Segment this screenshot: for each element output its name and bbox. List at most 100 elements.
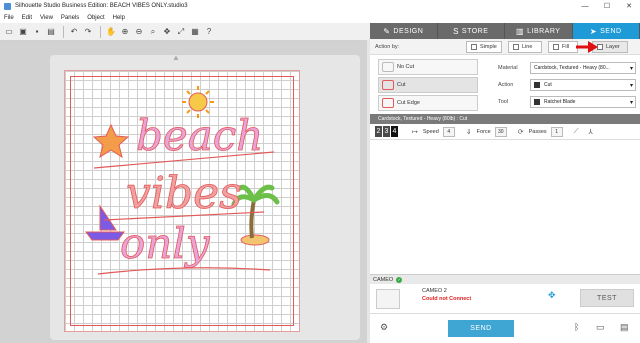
tab-library-label: LIBRARY: [527, 27, 561, 35]
zoom-in-icon[interactable]: ⊕: [119, 26, 131, 38]
cut-settings-summary[interactable]: Cardstock, Textured - Heavy (80lb) : Cut: [370, 114, 640, 124]
tab-design[interactable]: ✎ DESIGN: [370, 23, 438, 39]
mat-direction-icon: ▲: [172, 53, 180, 62]
force-field[interactable]: 30: [494, 126, 507, 137]
action-simple-button[interactable]: Simple: [466, 41, 502, 53]
library-icon: ▥: [516, 26, 525, 36]
passes-label: Passes: [528, 128, 547, 135]
send-button[interactable]: SEND: [448, 320, 514, 337]
line-segment-icon[interactable]: ⟋: [574, 128, 579, 136]
simple-icon: [471, 44, 477, 50]
no-cut-icon: [382, 62, 394, 72]
material-properties: Material Cardstock, Textured - Heavy (80…: [498, 59, 636, 110]
panel-empty-space: [370, 140, 640, 270]
menu-view[interactable]: View: [40, 15, 53, 21]
app-icon: [4, 2, 11, 10]
toolbar-divider: [100, 25, 101, 38]
device-header-label: CAMEO: [373, 276, 394, 283]
device-name: CAMEO 2: [422, 288, 447, 294]
beach-vibes-artwork[interactable]: beach vibes only: [74, 80, 294, 280]
menu-file[interactable]: File: [4, 15, 14, 21]
tool-label: Tool: [498, 98, 509, 105]
menu-panels[interactable]: Panels: [61, 15, 79, 21]
blade-setting-4[interactable]: 4: [391, 126, 398, 137]
cut-mode-no-cut[interactable]: No Cut: [378, 59, 478, 75]
close-button[interactable]: ✕: [618, 0, 640, 12]
bluetooth-icon[interactable]: ᛒ: [574, 322, 579, 332]
action-fill-button[interactable]: Fill: [548, 41, 578, 53]
print-icon[interactable]: ▤: [45, 26, 57, 38]
device-header: CAMEO ✓: [370, 274, 640, 284]
send-bar: ⚙ SEND ᛒ ▭ ▤: [370, 314, 640, 343]
window-title: Silhouette Studio Business Edition: BEAC…: [15, 3, 188, 9]
check-icon: ✓: [396, 276, 403, 283]
toolbar: ▭ ▣ ▪ ▤ ↶ ↷ ✋ ⊕ ⊖ ⌕ ✥ ⤢ ▦ ?: [0, 23, 370, 41]
tab-send[interactable]: ➤ SEND: [572, 23, 640, 39]
help-icon[interactable]: ?: [203, 26, 215, 38]
cut-edge-label: Cut Edge: [397, 100, 420, 106]
toolbar-divider: [63, 25, 64, 38]
design-icon: ✎: [383, 26, 391, 36]
grid-icon[interactable]: ▦: [189, 26, 201, 38]
test-button[interactable]: TEST: [580, 289, 634, 307]
speed-field[interactable]: 4: [442, 126, 455, 137]
fit-icon[interactable]: ⤢: [175, 26, 187, 38]
artwork-line-vibes[interactable]: vibes: [126, 168, 243, 220]
store-icon: S: [453, 26, 459, 36]
action-simple-label: Simple: [480, 44, 497, 50]
action-layer-label: Layer: [606, 44, 620, 50]
tool-select[interactable]: Ratchet Blade ▾: [530, 95, 636, 108]
maximize-button[interactable]: ☐: [596, 0, 618, 12]
cut-mode-cut[interactable]: Cut: [378, 77, 478, 93]
sailboat-shape[interactable]: [85, 204, 125, 241]
tab-send-label: SEND: [600, 27, 622, 35]
force-label: Force: [476, 128, 491, 135]
move-arrows-icon[interactable]: ✥: [548, 290, 556, 301]
material-label: Material: [498, 64, 518, 71]
zoom-out-icon[interactable]: ⊖: [133, 26, 145, 38]
red-arrow-annotation: [576, 41, 598, 53]
machine-library-icon[interactable]: ▭: [596, 322, 605, 333]
tool-row: Tool Ratchet Blade ▾: [498, 93, 636, 110]
cut-icon: [382, 80, 394, 90]
blade-setting-2[interactable]: 2: [375, 126, 382, 137]
artwork-line-beach[interactable]: beach: [136, 111, 264, 161]
print-icon[interactable]: ▤: [620, 322, 629, 333]
tab-library[interactable]: ▥ LIBRARY: [505, 23, 573, 39]
action-by-label: Action by:: [375, 44, 400, 50]
tool-value: Ratchet Blade: [544, 98, 576, 105]
cut-mode-cut-edge[interactable]: Cut Edge: [378, 95, 478, 111]
menu-help[interactable]: Help: [113, 15, 125, 21]
move-icon[interactable]: ✥: [161, 26, 173, 38]
redo-icon[interactable]: ↷: [82, 26, 94, 38]
blade-setting-3[interactable]: 3: [383, 126, 390, 137]
menu-edit[interactable]: Edit: [22, 15, 32, 21]
new-icon[interactable]: ▭: [3, 26, 15, 38]
cut-edge-icon: [382, 98, 394, 108]
starfish-shape[interactable]: [92, 123, 130, 159]
undo-icon[interactable]: ↶: [68, 26, 80, 38]
tab-store[interactable]: S STORE: [437, 23, 505, 39]
force-icon: ⇓: [465, 128, 472, 136]
settings-gear-icon[interactable]: ⚙: [380, 322, 388, 333]
action-line-button[interactable]: Line: [508, 41, 542, 53]
action-value: Cut: [544, 81, 552, 88]
minimize-button[interactable]: —: [574, 0, 596, 12]
ratchet-blade-icon: [534, 98, 540, 105]
chevron-down-icon: ▾: [629, 65, 633, 72]
menu-bar: File Edit View Panels Object Help: [0, 12, 640, 23]
tab-design-label: DESIGN: [393, 27, 424, 35]
overcut-icon[interactable]: ⅄: [589, 128, 593, 136]
artwork-line-only[interactable]: only: [120, 219, 212, 269]
no-cut-label: No Cut: [397, 64, 415, 70]
passes-field[interactable]: 1: [550, 126, 563, 137]
blade-setting-selector[interactable]: 2 3 4: [375, 126, 399, 137]
zoom-select-icon[interactable]: ⌕: [147, 26, 159, 38]
save-icon[interactable]: ▪: [31, 26, 43, 38]
material-select[interactable]: Cardstock, Textured - Heavy (80... ▾: [530, 61, 636, 74]
pan-icon[interactable]: ✋: [105, 26, 117, 38]
blade-icon: [534, 81, 540, 88]
menu-object[interactable]: Object: [87, 15, 104, 21]
open-icon[interactable]: ▣: [17, 26, 29, 38]
action-select[interactable]: Cut ▾: [530, 78, 636, 91]
